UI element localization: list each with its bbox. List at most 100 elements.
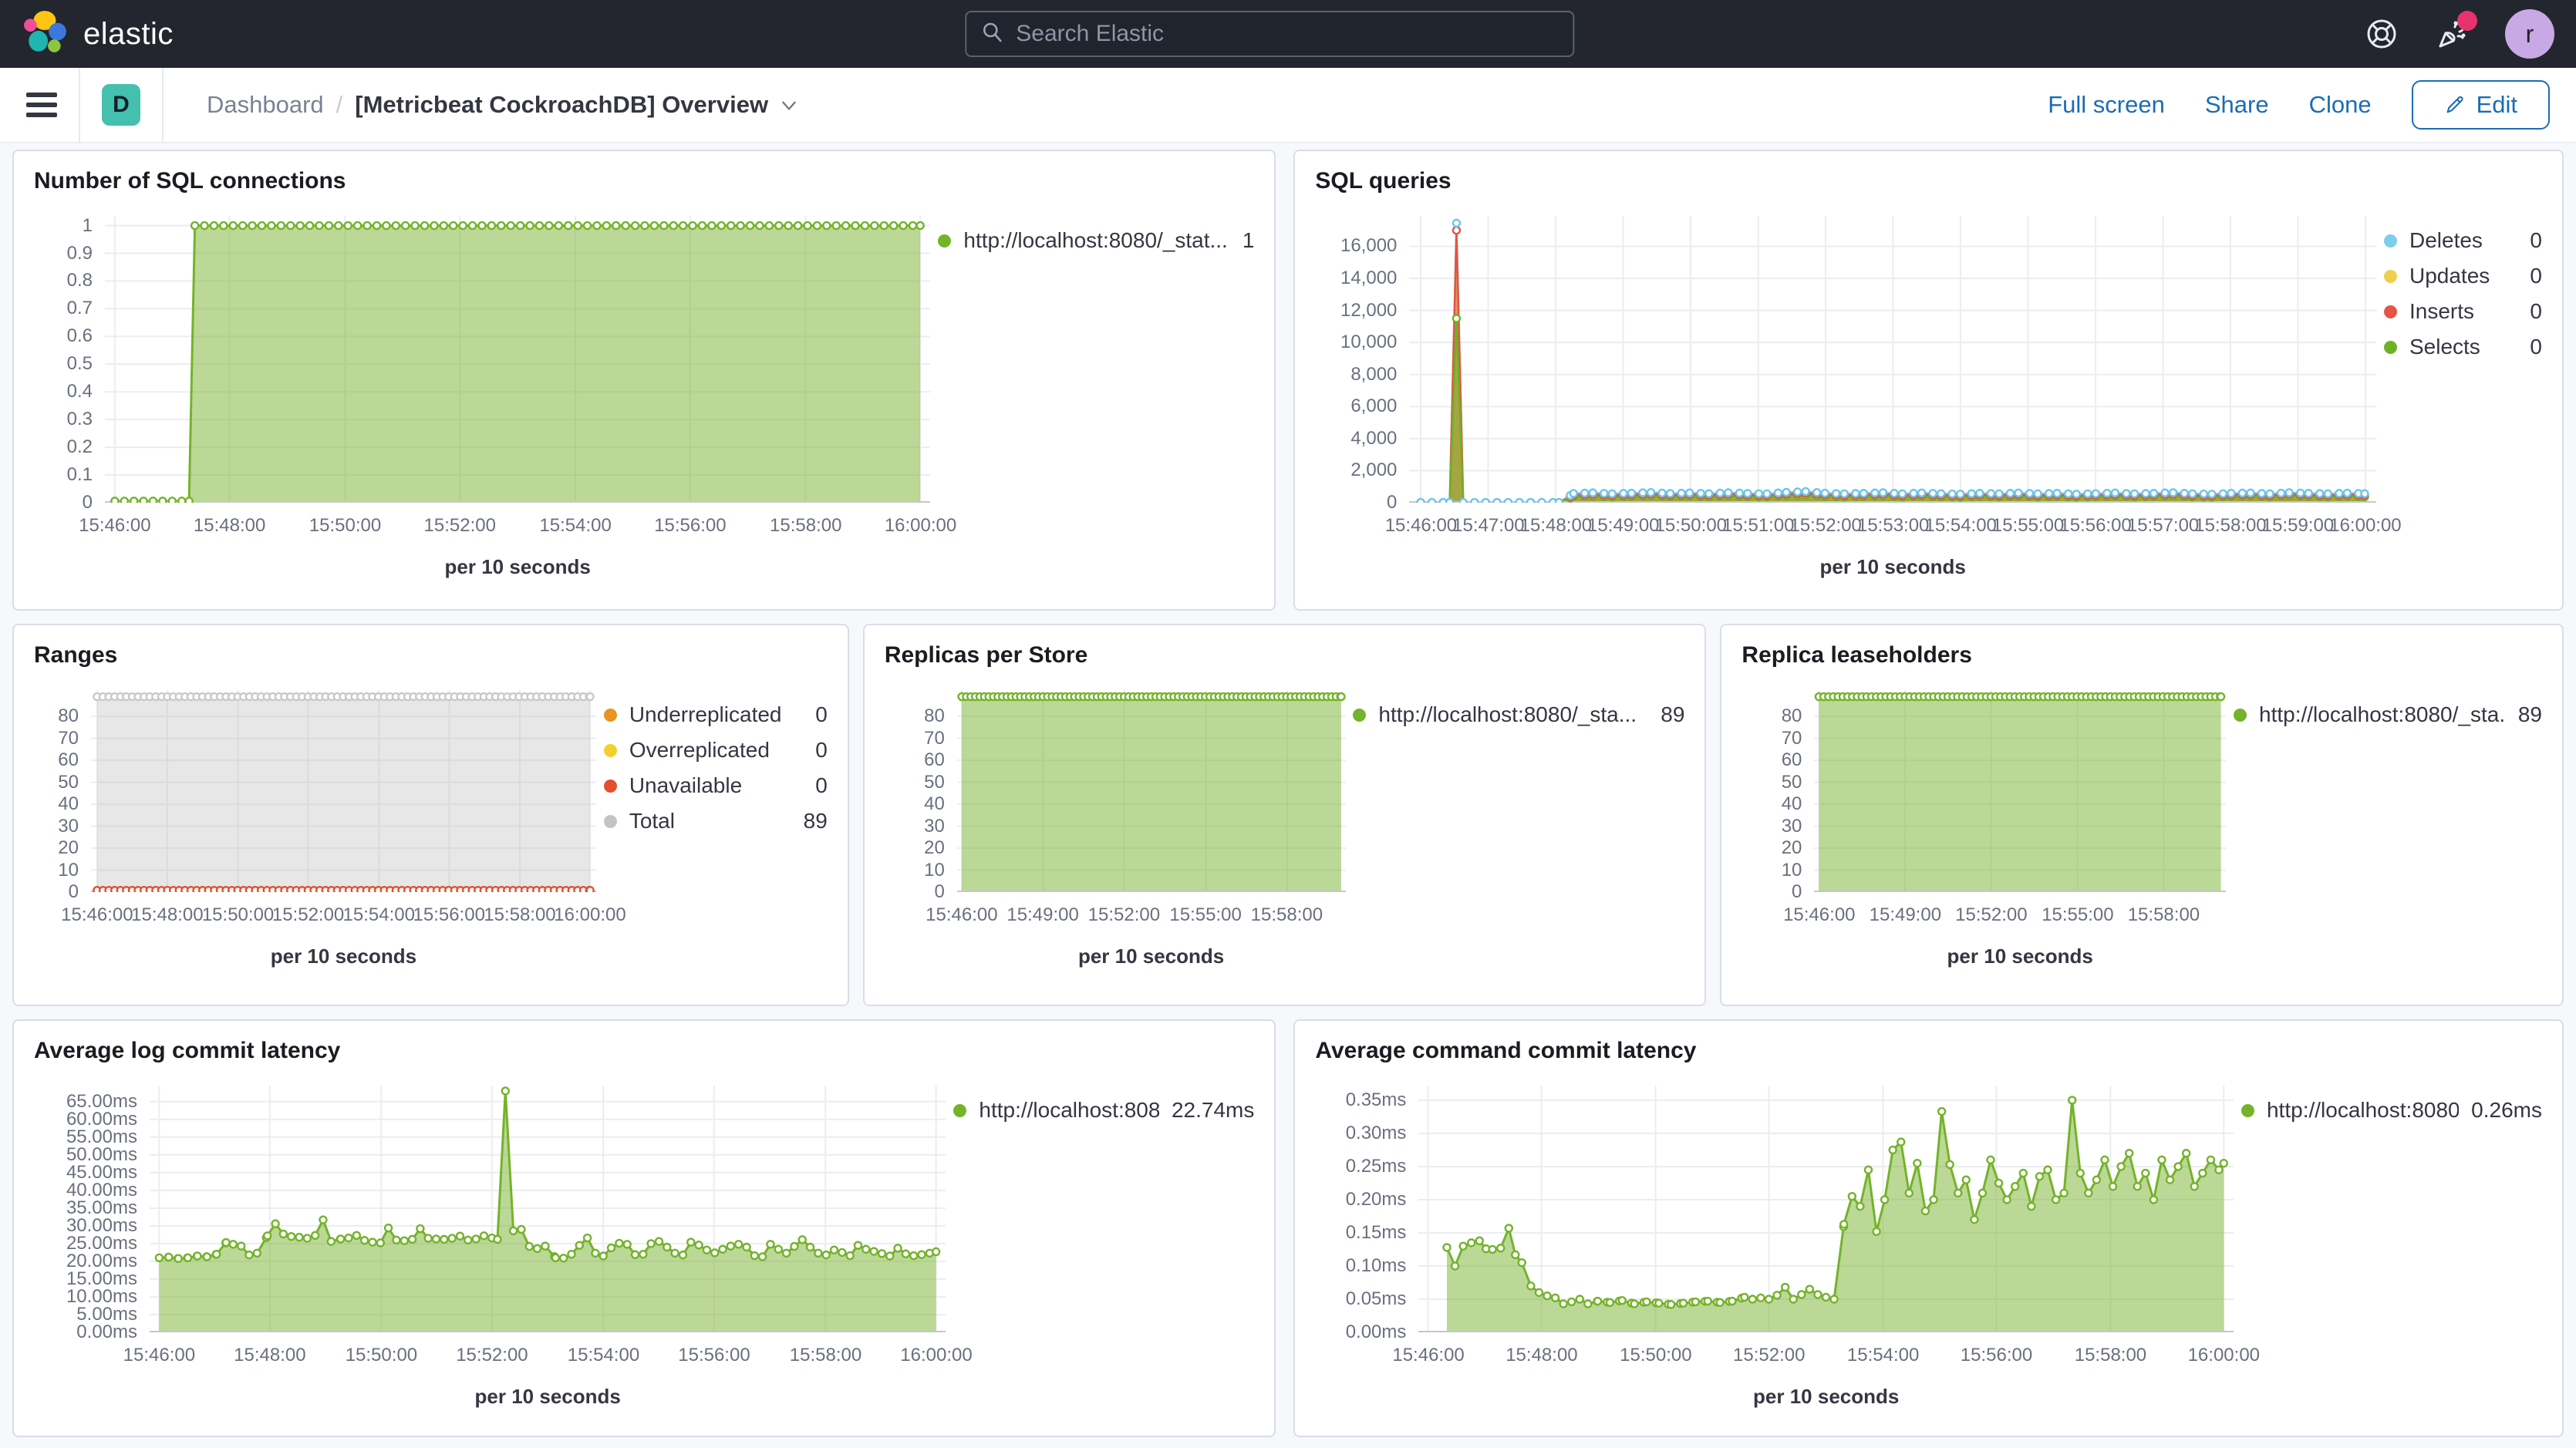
y-tick-label: 0 bbox=[934, 881, 944, 903]
legend-item[interactable]: http://localhost:8080/_stat...1 bbox=[938, 228, 1254, 253]
legend-dot-icon bbox=[604, 815, 617, 828]
y-tick-label: 70 bbox=[924, 728, 945, 749]
x-tick-label: 15:54:00 bbox=[1924, 515, 1996, 537]
x-tick-label: 16:00:00 bbox=[2188, 1345, 2260, 1366]
full-screen-button[interactable]: Full screen bbox=[2048, 91, 2165, 119]
legend-item[interactable]: Overreplicated0 bbox=[604, 738, 828, 763]
plot-area[interactable] bbox=[1814, 690, 2226, 892]
y-tick-label: 50 bbox=[924, 772, 945, 793]
plot-area[interactable] bbox=[150, 1086, 946, 1332]
y-tick-label: 16,000 bbox=[1340, 235, 1397, 257]
legend-item[interactable]: http://localhost:8080/_sta...89 bbox=[2234, 702, 2542, 727]
x-tick-label: 15:58:00 bbox=[2128, 904, 2200, 926]
legend-item[interactable]: http://localhost:8080...0.26ms bbox=[2241, 1098, 2542, 1123]
legend-value: 22.74ms bbox=[1172, 1098, 1254, 1123]
y-tick-label: 30 bbox=[1782, 816, 1802, 837]
help-icon[interactable] bbox=[2363, 15, 2400, 52]
y-tick-label: 0.10ms bbox=[1346, 1255, 1407, 1277]
dashboard-badge[interactable]: D bbox=[102, 84, 140, 126]
edit-button[interactable]: Edit bbox=[2412, 80, 2550, 130]
panel-title[interactable]: Ranges bbox=[34, 642, 828, 668]
legend-dot-icon bbox=[604, 780, 617, 793]
user-avatar[interactable]: r bbox=[2505, 9, 2554, 59]
x-tick-label: 15:52:00 bbox=[1789, 515, 1861, 537]
menu-icon[interactable] bbox=[26, 93, 57, 117]
panel-title[interactable]: Number of SQL connections bbox=[34, 168, 1254, 194]
y-tick-label: 0 bbox=[83, 492, 93, 514]
x-tick-label: 15:52:00 bbox=[424, 515, 496, 537]
panel-replicas-per-store: Replicas per Store 80706050403020100 15:… bbox=[863, 624, 1707, 1006]
dashboard-grid: Number of SQL connections 10.90.80.70.60… bbox=[0, 143, 2576, 1448]
plot-area[interactable] bbox=[91, 690, 596, 892]
panel-title[interactable]: Average command commit latency bbox=[1315, 1038, 2542, 1064]
y-tick-label: 30 bbox=[924, 816, 945, 837]
legend-label: Unavailable bbox=[629, 773, 803, 798]
x-tick-label: 16:00:00 bbox=[554, 904, 625, 926]
x-tick-label: 15:50:00 bbox=[346, 1345, 417, 1366]
panel-title[interactable]: Replica leaseholders bbox=[1741, 642, 2542, 668]
legend-item[interactable]: Unavailable0 bbox=[604, 773, 828, 798]
legend-item[interactable]: Selects0 bbox=[2384, 335, 2542, 359]
breadcrumb-separator: / bbox=[336, 91, 343, 119]
y-tick-label: 8,000 bbox=[1350, 364, 1397, 386]
plot-area[interactable] bbox=[1418, 1086, 2234, 1332]
legend-value: 89 bbox=[804, 809, 828, 833]
plot-area[interactable] bbox=[957, 690, 1346, 892]
x-tick-label: 15:58:00 bbox=[790, 1345, 861, 1366]
search-input[interactable] bbox=[1016, 21, 1559, 47]
breadcrumb-dashboard[interactable]: Dashboard bbox=[207, 91, 324, 119]
x-tick-label: 15:48:00 bbox=[194, 515, 265, 537]
chart-sql-queries: 16,00014,00012,00010,0008,0006,0004,0002… bbox=[1315, 216, 2376, 579]
legend-dot-icon bbox=[604, 709, 617, 722]
clone-button[interactable]: Clone bbox=[2309, 91, 2372, 119]
legend-item[interactable]: http://localhost:8080/_sta...89 bbox=[1353, 702, 1684, 727]
panel-log-commit-latency: Average log commit latency 65.00ms60.00m… bbox=[12, 1019, 1276, 1437]
x-tick-label: 15:52:00 bbox=[1088, 904, 1160, 926]
elastic-brand[interactable]: elastic bbox=[22, 8, 174, 60]
panel-title[interactable]: SQL queries bbox=[1315, 168, 2542, 194]
legend-dot-icon bbox=[2241, 1104, 2254, 1117]
legend-item[interactable]: http://localhost:808...22.74ms bbox=[953, 1098, 1254, 1123]
legend-dot-icon bbox=[938, 234, 951, 248]
y-tick-label: 10,000 bbox=[1340, 332, 1397, 353]
x-axis-title: per 10 seconds bbox=[1814, 945, 2226, 968]
panel-title[interactable]: Replicas per Store bbox=[885, 642, 1685, 668]
y-tick-label: 0.25ms bbox=[1346, 1156, 1407, 1177]
legend-dot-icon bbox=[604, 744, 617, 757]
global-search[interactable] bbox=[965, 11, 1574, 57]
x-tick-label: 15:56:00 bbox=[413, 904, 485, 926]
y-tick-label: 0.15ms bbox=[1346, 1222, 1407, 1244]
page-title[interactable]: [Metricbeat CockroachDB] Overview bbox=[355, 91, 799, 119]
news-icon[interactable] bbox=[2434, 15, 2471, 52]
x-tick-label: 15:48:00 bbox=[1505, 1345, 1577, 1366]
y-tick-label: 20 bbox=[924, 837, 945, 859]
y-tick-label: 0 bbox=[69, 881, 79, 903]
share-button[interactable]: Share bbox=[2205, 91, 2269, 119]
panel-sql-connections: Number of SQL connections 10.90.80.70.60… bbox=[12, 150, 1276, 611]
y-tick-label: 14,000 bbox=[1340, 268, 1397, 289]
panel-title[interactable]: Average log commit latency bbox=[34, 1038, 1254, 1064]
x-tick-label: 15:55:00 bbox=[2042, 904, 2113, 926]
chart-legend: http://localhost:8080/_sta...89 bbox=[2226, 690, 2542, 968]
plot-area[interactable] bbox=[1409, 216, 2376, 503]
chart-log-commit-latency: 65.00ms60.00ms55.00ms50.00ms45.00ms40.00… bbox=[34, 1086, 946, 1409]
y-tick-label: 70 bbox=[1782, 728, 1802, 749]
legend-item[interactable]: Total 89 bbox=[604, 809, 828, 833]
y-tick-label: 40 bbox=[924, 793, 945, 815]
chart-legend: http://localhost:808...22.74ms bbox=[946, 1086, 1254, 1409]
legend-item[interactable]: Deletes0 bbox=[2384, 228, 2542, 253]
plot-area[interactable] bbox=[105, 216, 930, 503]
legend-item[interactable]: Updates0 bbox=[2384, 264, 2542, 288]
legend-label: Selects bbox=[2409, 335, 2517, 359]
legend-item[interactable]: Inserts0 bbox=[2384, 299, 2542, 324]
y-tick-label: 80 bbox=[1782, 705, 1802, 727]
x-tick-label: 15:46:00 bbox=[926, 904, 997, 926]
panel-replica-leaseholders: Replica leaseholders 80706050403020100 1… bbox=[1720, 624, 2564, 1006]
legend-label: Total bbox=[629, 809, 791, 833]
y-tick-label: 0.1 bbox=[67, 464, 93, 486]
legend-label: Inserts bbox=[2409, 299, 2517, 324]
top-navigation: elastic r bbox=[0, 0, 2576, 68]
y-tick-label: 40 bbox=[1782, 793, 1802, 815]
chart-legend: http://localhost:8080...0.26ms bbox=[2234, 1086, 2542, 1409]
legend-item[interactable]: Underreplicated0 bbox=[604, 702, 828, 727]
